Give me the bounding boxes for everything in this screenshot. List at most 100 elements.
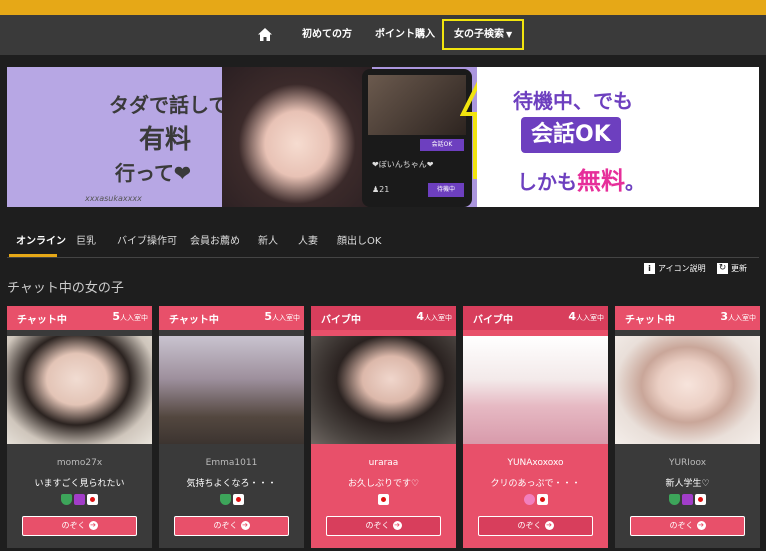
- banner-right-line3: しかも無料。: [517, 161, 645, 196]
- tab-big-breasts[interactable]: 巨乳: [76, 232, 96, 247]
- card-message: 気持ちよくなろ・・・: [186, 479, 277, 489]
- promo-banner[interactable]: タダで話して 有料 行って❤ xxxasukaxxxx 会話OK ❤ぼいんちゃん…: [7, 67, 759, 207]
- card-header: チャット中 3人入室中: [615, 306, 760, 330]
- banner-right-highlight: 無料: [577, 167, 625, 195]
- star-icon: [523, 494, 535, 505]
- performer-card[interactable]: チャット中 5人入室中 Emma1011 気持ちよくなろ・・・ のぞく ➔: [159, 306, 304, 548]
- card-status: チャット中: [17, 315, 67, 326]
- phone-status: 待機中: [428, 183, 464, 197]
- tab-member-recommend[interactable]: 会員お薦め: [190, 232, 240, 247]
- banner-signature: xxxasukaxxxx: [85, 194, 142, 203]
- category-tabs: オンライン 巨乳 バイブ操作可 会員お薦め 新人 人妻 顔出しOK: [7, 224, 759, 258]
- banner-text-tada: タダで話して: [109, 93, 229, 117]
- card-count-number: 5: [264, 310, 272, 323]
- peek-button[interactable]: のぞく ➔: [174, 516, 289, 536]
- japan-flag-icon: [695, 494, 706, 505]
- performer-card[interactable]: チャット中 3人入室中 YURIoox 新人学生♡ のぞく ➔: [615, 306, 760, 548]
- card-header: バイブ中 4人入室中: [463, 306, 608, 330]
- peek-button-label: のぞく: [213, 521, 238, 530]
- shield-icon: [61, 494, 72, 505]
- card-photo[interactable]: [7, 336, 152, 444]
- nav-home[interactable]: [258, 15, 274, 55]
- card-count-suffix: 人入室中: [424, 314, 452, 322]
- card-viewer-count: 3人入室中: [720, 310, 756, 323]
- banner-text-yuryo: 有料: [139, 125, 192, 155]
- shield-icon: [669, 494, 680, 505]
- vibe-icon: [74, 494, 85, 505]
- card-count-number: 3: [720, 310, 728, 323]
- banner-right-line2: 会話OK: [521, 117, 621, 153]
- caret-down-icon: ▼: [506, 30, 513, 39]
- nav-girl-search[interactable]: 女の子検索 ▼: [442, 19, 525, 50]
- banner-right-panel: 待機中、でも 会話OK しかも無料。: [477, 67, 759, 207]
- card-name: momo27x: [56, 458, 103, 468]
- peek-button-label: のぞく: [517, 521, 542, 530]
- card-header: バイブ中 4人入室中: [311, 306, 456, 330]
- card-icons: [463, 494, 608, 505]
- phone-photo: [368, 75, 466, 135]
- card-viewer-count: 5人入室中: [264, 310, 300, 323]
- card-photo[interactable]: [463, 336, 608, 444]
- arrow-right-icon: ➔: [696, 521, 706, 530]
- card-message: クリのあっぷで・・・: [490, 479, 581, 489]
- peek-button[interactable]: のぞく ➔: [22, 516, 137, 536]
- card-icons: [159, 494, 304, 505]
- top-accent-bar: [0, 0, 766, 15]
- card-count-suffix: 人入室中: [272, 314, 300, 322]
- tab-newcomer[interactable]: 新人: [258, 232, 278, 247]
- banner-model-photo: [222, 67, 372, 207]
- section-title: チャット中の女の子: [7, 281, 124, 296]
- card-message: 新人学生♡: [665, 479, 710, 489]
- performer-card[interactable]: バイブ中 4人入室中 YUNAxoxoxo クリのあっぷで・・・ のぞく ➔: [463, 306, 608, 548]
- arrow-right-icon: ➔: [544, 521, 554, 530]
- tab-vibe-ok[interactable]: バイブ操作可: [117, 232, 177, 247]
- shield-icon: [219, 494, 231, 505]
- card-photo[interactable]: [615, 336, 760, 444]
- vibe-icon: [682, 494, 693, 505]
- nav-girl-search-label: 女の子検索: [454, 29, 504, 40]
- tab-married[interactable]: 人妻: [298, 232, 318, 247]
- home-icon: [258, 28, 272, 41]
- card-name: Emma1011: [205, 458, 258, 468]
- tab-online[interactable]: オンライン: [16, 232, 66, 247]
- card-name: uraraa: [368, 458, 399, 468]
- card-photo[interactable]: [159, 336, 304, 444]
- banner-right-line1: 待機中、でも: [513, 89, 633, 113]
- card-status: チャット中: [169, 315, 219, 326]
- banner-text-itte: 行って❤: [115, 161, 191, 185]
- icon-legend-label: アイコン説明: [658, 264, 706, 273]
- card-photo[interactable]: [311, 336, 456, 444]
- peek-button[interactable]: のぞく ➔: [326, 516, 441, 536]
- phone-count: ♟21: [372, 185, 390, 194]
- peek-button[interactable]: のぞく ➔: [630, 516, 745, 536]
- card-status: チャット中: [625, 315, 675, 326]
- card-name: YUNAxoxoxo: [507, 458, 564, 468]
- performer-card[interactable]: バイブ中 4人入室中 uraraa お久しぶりです♡ のぞく ➔: [311, 306, 456, 548]
- card-name: YURIoox: [668, 458, 707, 468]
- card-status: バイブ中: [473, 315, 513, 326]
- arrow-right-icon: ➔: [88, 521, 98, 530]
- card-viewer-count: 4人入室中: [416, 310, 452, 323]
- tab-face-ok[interactable]: 顔出しOK: [337, 232, 381, 247]
- card-viewer-count: 4人入室中: [568, 310, 604, 323]
- phone-name: ❤ぼいんちゃん❤: [372, 160, 434, 169]
- banner-right-pre: しかも: [517, 170, 577, 194]
- card-viewer-count: 5人入室中: [112, 310, 148, 323]
- nav-beginners[interactable]: 初めての方: [302, 15, 352, 55]
- peek-button-label: のぞく: [61, 521, 86, 530]
- nav-buy-points[interactable]: ポイント購入: [375, 15, 435, 55]
- performer-card[interactable]: チャット中 5人入室中 momo27x いますごく見られたい のぞく ➔: [7, 306, 152, 548]
- card-count-number: 4: [416, 310, 424, 323]
- card-count-suffix: 人入室中: [576, 314, 604, 322]
- arrow-right-icon: ➔: [392, 521, 402, 530]
- peek-button[interactable]: のぞく ➔: [478, 516, 593, 536]
- card-status: バイブ中: [321, 315, 361, 326]
- arrow-right-icon: ➔: [240, 521, 250, 530]
- refresh-button[interactable]: ↻ 更新: [717, 263, 747, 274]
- japan-flag-icon: [232, 494, 244, 505]
- icon-legend-link[interactable]: i アイコン説明: [644, 263, 706, 274]
- card-message: いますごく見られたい: [34, 479, 125, 489]
- japan-flag-icon: [378, 494, 389, 505]
- main-nav: 初めての方 ポイント購入 女の子検索 ▼: [0, 15, 766, 55]
- japan-flag-icon: [536, 494, 548, 505]
